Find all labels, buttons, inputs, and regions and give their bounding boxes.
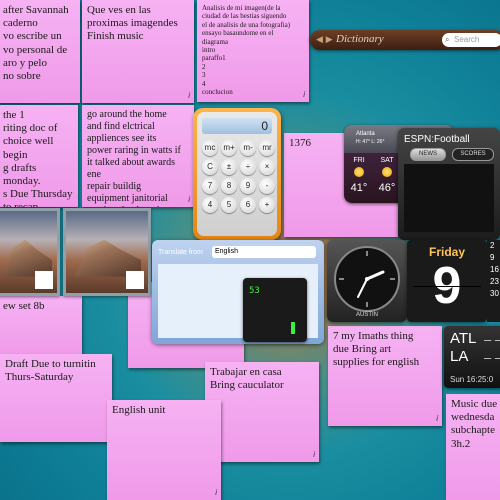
calc-key[interactable]: - (259, 178, 275, 194)
search-placeholder: Search (454, 35, 480, 44)
note-text: after Savannah caderno vo escribe un vo … (3, 4, 69, 82)
note-text: ew set 8b (3, 300, 45, 312)
clock-face (334, 246, 400, 312)
prev-arrow-icon[interactable]: ◀ ▶ (316, 35, 333, 45)
calc-key[interactable]: 8 (221, 178, 237, 194)
note-text: Que ves en las proximas imagendes Finish… (87, 4, 178, 43)
world-clock-footer: Sun 16:25:0 (450, 375, 494, 384)
weather-city: Atlanta (356, 131, 375, 137)
clock-widget[interactable]: AUSTIN (327, 240, 407, 322)
meter-bar (291, 322, 295, 334)
calc-key[interactable]: ± (221, 159, 237, 175)
note-text: Trabajar en casa Bring cauculator (210, 366, 284, 392)
sticky-note[interactable]: the 1 riting doc of choice well begin g … (0, 105, 78, 207)
calculator-widget[interactable]: 0 mc m+ m- mr C ± ÷ × 7 8 9 - 4 5 6 + (193, 108, 281, 240)
calc-key[interactable]: + (259, 197, 275, 213)
calc-key[interactable]: 9 (240, 178, 256, 194)
note-text: Music due wednesda subchapte 3h.2 (451, 398, 498, 450)
info-icon[interactable]: i (436, 414, 438, 424)
sticky-note[interactable]: after Savannah caderno vo escribe un vo … (0, 0, 80, 103)
note-text: Draft Due to turnitin Thurs-Saturday (5, 358, 96, 384)
espn-content (404, 164, 494, 232)
calc-key[interactable]: C (202, 159, 218, 175)
info-icon[interactable]: i (303, 90, 305, 100)
dictionary-widget[interactable]: ◀ ▶ Dictionary ⌕ Search (310, 30, 500, 50)
time-placeholder: – – (484, 332, 500, 347)
note-text: go around the home and find elctrical ap… (87, 109, 181, 207)
note-text: Analisis de mi imagen(de la ciudad de la… (202, 4, 291, 96)
calc-key[interactable]: 7 (202, 178, 218, 194)
sticky-note[interactable]: Que ves en las proximas imagendes Finish… (82, 0, 194, 103)
sticky-note[interactable]: ew set 8b (0, 296, 82, 356)
dictionary-search-input[interactable]: ⌕ Search (442, 33, 500, 47)
calculator-display: 0 (202, 118, 272, 134)
sticky-note[interactable]: Music due wednesda subchapte 3h.2 (446, 394, 500, 500)
photo-corner (35, 271, 53, 289)
city-code: ATL (450, 330, 477, 347)
espn-header: ESPN:Football (404, 134, 470, 145)
calendar-month-strip: 2 9 16 23 30 (487, 240, 500, 322)
calc-key[interactable]: 4 (202, 197, 218, 213)
world-clock-widget[interactable]: ATL – – LA – – Sun 16:25:0 (444, 326, 500, 388)
sticky-note[interactable]: Analisis de mi imagen(de la ciudad de la… (197, 0, 309, 102)
clock-city: AUSTIN (355, 312, 378, 318)
sun-icon (354, 167, 364, 177)
note-text: 7 my Imaths thing due Bring art supplies… (333, 330, 420, 369)
calc-key[interactable]: m- (240, 140, 256, 156)
calendar-widget[interactable]: Friday 9 (407, 240, 487, 322)
calculator-body: 0 mc m+ m- mr C ± ÷ × 7 8 9 - 4 5 6 + (197, 112, 277, 236)
sticky-note[interactable]: Draft Due to turnitin Thurs-Saturday (0, 354, 112, 442)
forecast-day: SAT 46° (378, 157, 396, 194)
clock-hands-icon (339, 251, 395, 307)
search-icon: ⌕ (445, 35, 450, 44)
calc-key[interactable]: × (259, 159, 275, 175)
note-text: English unit (112, 404, 166, 416)
weather-hilo: H: 47° L: 26° (356, 139, 385, 145)
calculator-keypad: mc m+ m- mr C ± ÷ × 7 8 9 - 4 5 6 + (202, 140, 275, 213)
calc-key[interactable]: mc (202, 140, 218, 156)
info-icon[interactable]: i (215, 488, 217, 498)
city-code: LA (450, 348, 469, 365)
sticky-note[interactable]: 7 my Imaths thing due Bring art supplies… (328, 326, 442, 426)
info-icon[interactable]: i (188, 195, 190, 205)
calc-key[interactable]: 6 (240, 197, 256, 213)
photo-widget[interactable] (63, 208, 151, 296)
sticky-note[interactable]: English unit i (107, 400, 221, 500)
info-icon[interactable]: i (188, 91, 190, 101)
note-text: the 1 riting doc of choice well begin g … (3, 109, 73, 207)
calc-key[interactable]: m+ (221, 140, 237, 156)
translate-from-label: Translate from (158, 249, 203, 256)
photo-corner (126, 271, 144, 289)
translate-from-select[interactable]: English (212, 246, 316, 258)
sticky-note[interactable]: go around the home and find elctrical ap… (82, 105, 194, 207)
sticky-note[interactable]: Trabajar en casa Bring cauculator i (205, 362, 319, 462)
level-meter-widget[interactable]: 53 (243, 278, 307, 342)
tab-news[interactable]: NEWS (410, 148, 446, 161)
calc-key[interactable]: ÷ (240, 159, 256, 175)
info-icon[interactable]: i (313, 450, 315, 460)
meter-readout: 53 (249, 286, 260, 296)
forecast-day: FRI 41° (350, 157, 368, 194)
sun-icon (382, 167, 392, 177)
time-placeholder: – – (484, 350, 500, 365)
dictionary-label: Dictionary (336, 33, 384, 45)
weather-forecast: FRI 41° SAT 46° (348, 157, 398, 194)
calc-key[interactable]: mr (259, 140, 275, 156)
calc-key[interactable]: 5 (221, 197, 237, 213)
espn-widget[interactable]: ESPN:Football NEWS SCORES (398, 128, 500, 240)
tab-scores[interactable]: SCORES (452, 148, 494, 161)
calendar-divider (413, 286, 481, 287)
photo-widget[interactable] (0, 208, 60, 296)
